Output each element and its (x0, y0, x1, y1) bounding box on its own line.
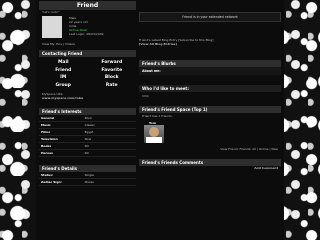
who-to-meet-label: Who I'd like to meet: (139, 85, 281, 92)
view-friends-links[interactable]: View Friend: Friends: All | Online | New (139, 147, 281, 151)
contact-header: Contacting Friend (39, 50, 136, 57)
interest-label: Television (39, 135, 83, 143)
avatar-shirt-shape (146, 137, 162, 143)
mail-button[interactable]: Mail (39, 60, 88, 65)
interest-label: Books (39, 142, 83, 150)
interest-value: Now (82, 135, 136, 143)
profile-picture[interactable] (42, 16, 62, 38)
interest-label: Music (39, 121, 83, 129)
table-row: Heroes DC (39, 149, 136, 157)
table-row: Zodiac Sign: Pisces (39, 178, 136, 186)
block-button[interactable]: Block (88, 75, 137, 80)
contact-box: Mail Forward Friend Favorite IM Block Gr… (39, 60, 136, 88)
interest-value: DC (82, 149, 136, 157)
friend-item[interactable]: Tom (139, 121, 281, 143)
avatar-face-shape (149, 127, 159, 137)
view-all-blog-link[interactable]: [View All Blog Entries] (139, 42, 281, 46)
interests-table: General Rock Music Classic Films Egypt Tele… (39, 114, 136, 157)
myspace-url-value[interactable]: www.myspace.com/roba (39, 96, 136, 100)
view-my-links[interactable]: View My: Pics | Videos (39, 42, 136, 46)
profile-page: Friend "let's rock!" Male 22 years old I… (36, 0, 284, 240)
interest-value: Classic (82, 121, 136, 129)
detail-value: Pisces (82, 178, 136, 186)
interest-label: Heroes (39, 149, 83, 157)
table-row: Television Now (39, 135, 136, 143)
profile-name: Friend (39, 1, 136, 10)
friend-space-header: Friend's Friend Space (Top 1) (139, 106, 281, 113)
interest-label: Films (39, 128, 83, 136)
interests-header: Friend's Interests (39, 107, 136, 115)
extended-network-box: Friend is in your extended network (139, 12, 281, 22)
im-button[interactable]: IM (39, 75, 88, 80)
add-comment-link[interactable]: Add Comment (139, 166, 281, 170)
who-to-meet-value: Chill (142, 94, 149, 98)
last-login: Last Login: 28/03/2009 (69, 32, 104, 36)
forward-button[interactable]: Forward (88, 60, 137, 65)
friend-avatar[interactable] (144, 125, 164, 143)
left-column: Friend "let's rock!" Male 22 years old I… (39, 0, 136, 186)
right-column: Friend is in your extended network Frien… (139, 0, 281, 170)
rate-button[interactable]: Rate (88, 83, 137, 88)
interest-value: DC (82, 142, 136, 150)
friend-count: Friend has 1 friends. (142, 114, 173, 118)
table-row: Music Classic (39, 121, 136, 129)
blurbs-header: Friend's Blurbs (139, 60, 281, 67)
add-friend-button[interactable]: Friend (39, 68, 88, 73)
detail-label: Zodiac Sign: (39, 178, 83, 186)
details-table: Status: Single Zodiac Sign: Pisces (39, 171, 136, 186)
interest-value: Egypt (82, 128, 136, 136)
group-button[interactable]: Group (39, 83, 88, 88)
details-header: Friend's Details (39, 164, 136, 172)
table-row: Books DC (39, 142, 136, 150)
comments-header: Friend's Friends Comments (139, 159, 281, 166)
about-me-label: About me: (139, 67, 281, 75)
table-row: Films Egypt (39, 128, 136, 136)
friend-name[interactable]: Tom (144, 121, 281, 125)
favorite-button[interactable]: Favorite (88, 68, 137, 73)
